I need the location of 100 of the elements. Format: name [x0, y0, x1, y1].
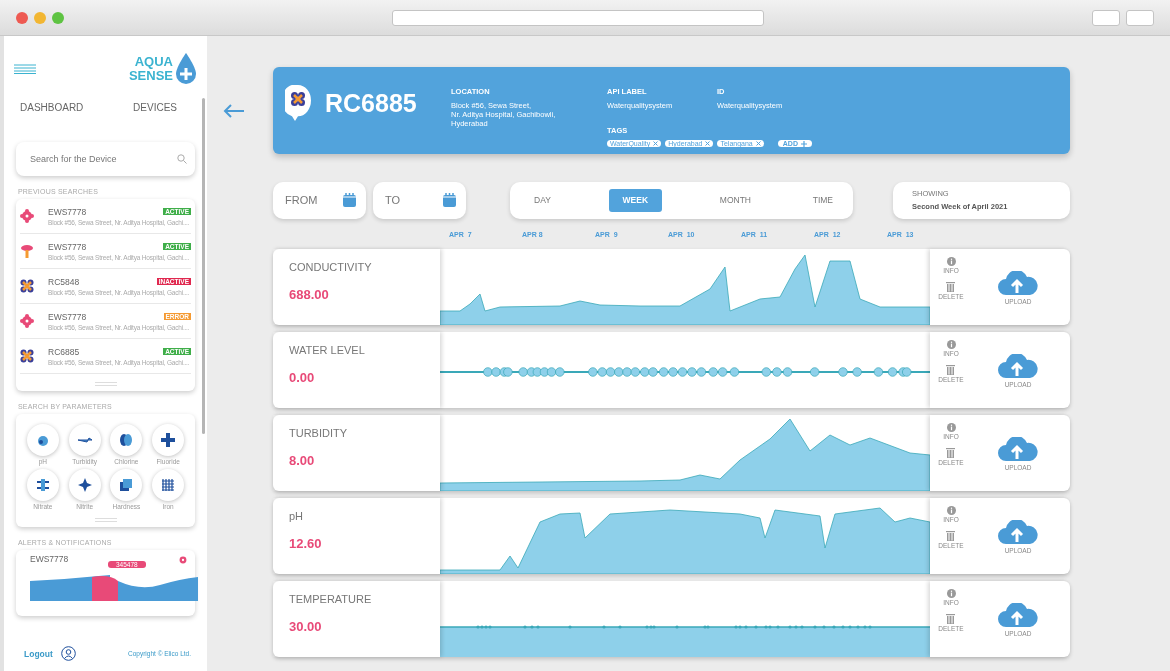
- reading-name: TEMPERATURE: [289, 593, 373, 605]
- period-tab[interactable]: WEEK: [608, 188, 663, 212]
- reading-name: WATER LEVEL: [289, 344, 366, 356]
- data-point: [614, 367, 624, 377]
- close-icon[interactable]: [755, 141, 761, 146]
- data-point: [729, 367, 740, 377]
- menu-icon[interactable]: [14, 64, 36, 74]
- data-point: [597, 367, 607, 377]
- data-point: [772, 367, 782, 377]
- data-point: [539, 367, 550, 377]
- from-date-field[interactable]: FROM: [273, 181, 366, 219]
- info-icon: [946, 423, 956, 432]
- data-point: [640, 367, 650, 377]
- data-point: [648, 367, 658, 377]
- data-point: [887, 367, 898, 377]
- device-name: EWS7778: [48, 206, 87, 217]
- device-name: RC5848: [48, 276, 80, 287]
- cross-icon: [20, 279, 34, 293]
- data-point: [555, 367, 565, 377]
- info-icon: [946, 506, 956, 515]
- cloud-upload-icon: [998, 520, 1038, 544]
- data-point: [708, 367, 718, 377]
- flower-icon: [20, 209, 34, 223]
- cloud-upload-icon: [998, 603, 1038, 627]
- window-button[interactable]: [1092, 9, 1120, 26]
- data-point: [630, 367, 640, 377]
- trash-icon: [946, 281, 956, 292]
- drop-logo-icon: [175, 53, 197, 85]
- reading-value: 30.00: [289, 619, 323, 634]
- back-arrow-icon[interactable]: [223, 104, 245, 118]
- reading-name: TURBIDITY: [289, 427, 349, 439]
- data-point: [852, 367, 862, 377]
- logo-text: AQUA: [133, 55, 173, 69]
- search-icon: [177, 154, 187, 164]
- trash-icon: [946, 447, 956, 458]
- flower-icon: [179, 556, 187, 564]
- mushroom-icon: [20, 244, 34, 258]
- data-point: [605, 367, 616, 377]
- data-point: [687, 367, 697, 377]
- logo-text: SENSE: [128, 69, 173, 83]
- data-point: [696, 367, 707, 377]
- device-name: RC6885: [48, 346, 80, 357]
- user-icon[interactable]: [60, 646, 76, 661]
- data-point: [810, 367, 820, 377]
- device-title: RC6885: [325, 89, 418, 119]
- address-bar[interactable]: [392, 9, 764, 26]
- close-button[interactable]: [16, 11, 28, 24]
- data-point: [659, 367, 669, 377]
- trash-icon: [946, 530, 956, 541]
- flower-icon: [20, 314, 34, 328]
- period-tab[interactable]: MONTH: [715, 188, 755, 212]
- to-date-field[interactable]: TO: [373, 181, 466, 219]
- reading-value: 0.00: [289, 370, 316, 385]
- reading-name: pH: [289, 510, 305, 522]
- reading-value: 12.60: [289, 536, 323, 551]
- close-icon[interactable]: [705, 141, 711, 146]
- period-tab[interactable]: TIME: [808, 188, 837, 212]
- data-point: [518, 367, 528, 377]
- data-point: [873, 367, 884, 377]
- minimize-button[interactable]: [34, 11, 46, 24]
- maximize-button[interactable]: [52, 11, 64, 24]
- plus-icon: [800, 140, 807, 147]
- data-point: [483, 367, 493, 377]
- trash-icon: [946, 364, 956, 375]
- data-point: [532, 367, 543, 377]
- drag-handle[interactable]: [94, 518, 117, 522]
- data-point: [677, 367, 688, 377]
- data-point: [761, 367, 771, 377]
- data-point: [503, 367, 513, 377]
- data-point: [546, 367, 557, 377]
- data-point: [668, 367, 678, 377]
- drag-handle[interactable]: [94, 382, 117, 386]
- info-icon: [946, 340, 956, 349]
- reading-value: 8.00: [289, 453, 316, 468]
- period-tab[interactable]: DAY: [530, 188, 555, 212]
- alert-device-name: EWS7778: [30, 554, 69, 564]
- nav-link[interactable]: DEVICES: [133, 102, 177, 136]
- info-icon: [946, 589, 956, 598]
- window-button[interactable]: [1126, 9, 1154, 26]
- cloud-upload-icon: [998, 437, 1038, 461]
- device-name: EWS7778: [48, 241, 87, 252]
- calendar-icon: [443, 193, 456, 207]
- reading-value: 688.00: [289, 287, 330, 302]
- reading-name: CONDUCTIVITY: [289, 261, 373, 273]
- plus-icon: [159, 431, 178, 449]
- trash-icon: [946, 613, 956, 624]
- cross-icon: [20, 349, 34, 363]
- scrollbar[interactable]: [202, 98, 205, 434]
- nav-link[interactable]: DASHBOARD: [20, 102, 84, 136]
- device-name: EWS7778: [48, 311, 87, 322]
- calendar-icon: [343, 193, 356, 207]
- data-point: [718, 367, 728, 377]
- cloud-upload-icon: [998, 354, 1038, 378]
- cloud-upload-icon: [998, 271, 1038, 295]
- data-point: [782, 367, 793, 377]
- data-point: [491, 367, 501, 377]
- logout-link[interactable]: Logout: [24, 648, 53, 659]
- info-icon: [946, 257, 956, 266]
- data-point: [622, 367, 632, 377]
- close-icon[interactable]: [653, 141, 659, 146]
